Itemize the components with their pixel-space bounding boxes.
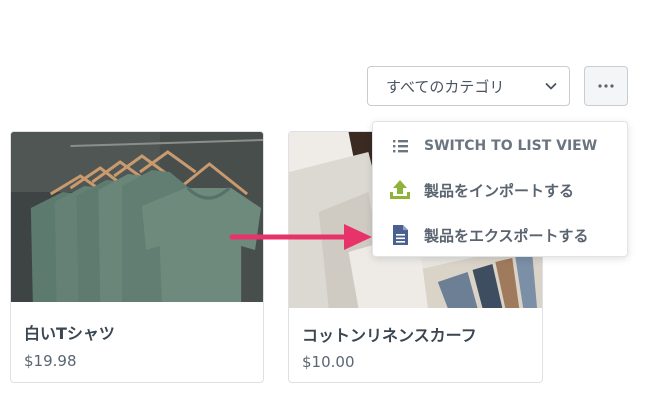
ellipsis-icon	[598, 84, 614, 88]
page: すべてのカテゴリ 白いTシャツ $19.98 コットンリネンスカーフ $10.0…	[0, 0, 658, 414]
product-image	[11, 132, 263, 302]
menu-item-export-products[interactable]: 製品をエクスポートする	[373, 215, 627, 255]
more-options-button[interactable]	[584, 66, 628, 106]
menu-item-label: 製品をエクスポートする	[424, 226, 589, 245]
menu-item-import-products[interactable]: 製品をインポートする	[373, 170, 627, 210]
document-icon	[393, 225, 408, 245]
category-select-value: すべてのカテゴリ	[386, 77, 505, 96]
menu-item-label: 製品をインポートする	[424, 181, 575, 200]
upload-icon	[390, 180, 410, 199]
menu-item-switch-to-list-view[interactable]: SWITCH TO LIST VIEW	[373, 126, 627, 166]
chevron-down-icon	[545, 83, 557, 90]
menu-item-label: SWITCH TO LIST VIEW	[424, 138, 598, 154]
product-name: 白いTシャツ	[24, 324, 115, 343]
product-price: $10.00	[302, 353, 355, 371]
category-select[interactable]: すべてのカテゴリ	[367, 66, 570, 106]
product-card[interactable]: 白いTシャツ $19.98	[10, 131, 264, 383]
product-name: コットンリネンスカーフ	[302, 326, 477, 345]
product-price: $19.98	[24, 352, 77, 370]
more-options-menu: SWITCH TO LIST VIEW 製品をインポートする 製品をエクスポート…	[372, 121, 628, 257]
list-icon	[393, 140, 408, 153]
